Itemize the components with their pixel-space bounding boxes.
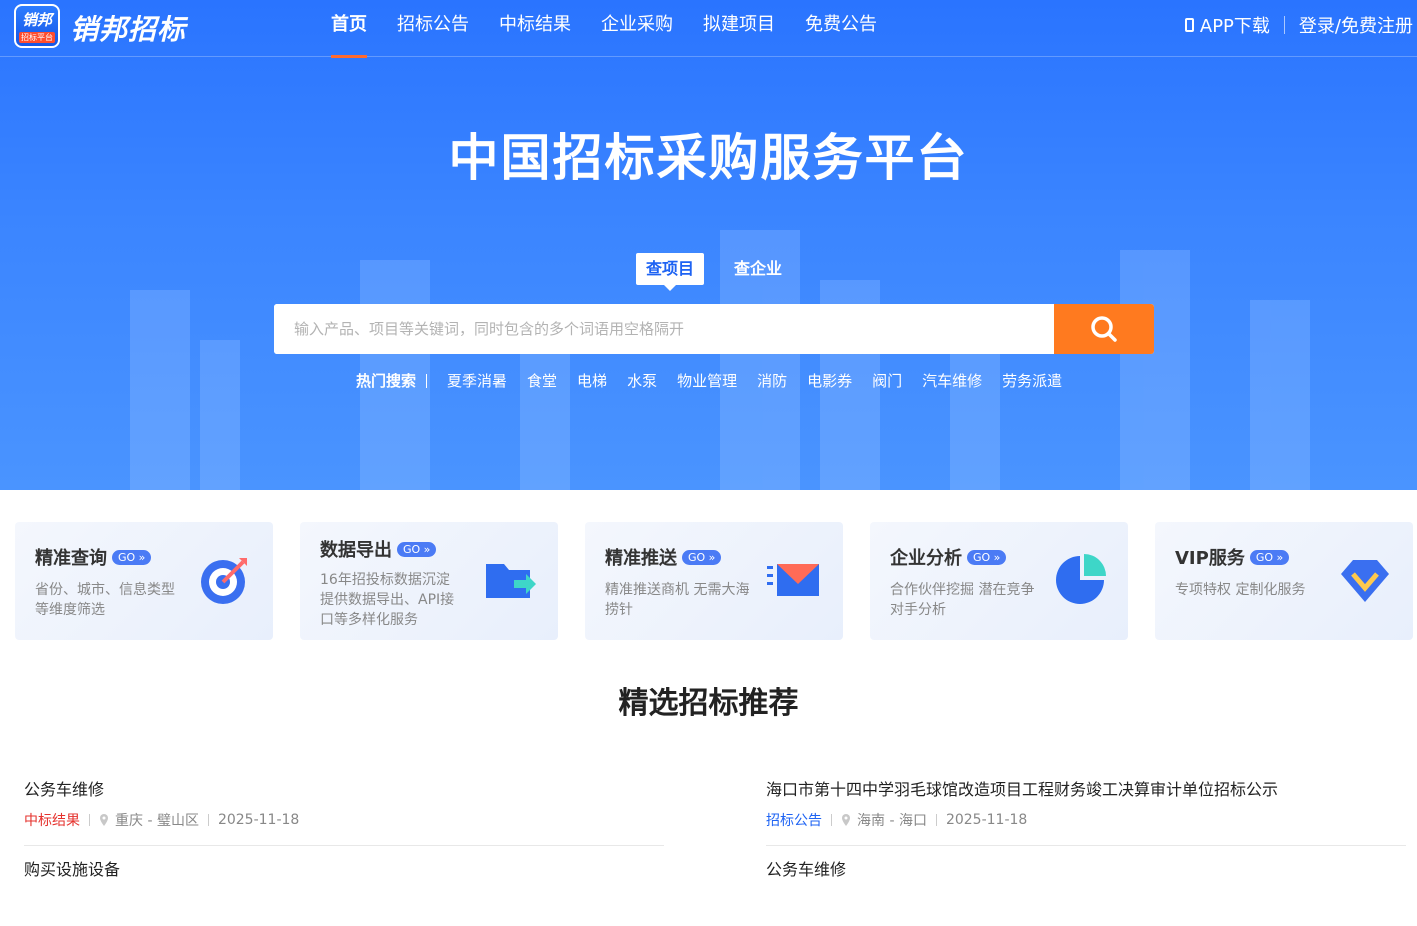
- search-box: [274, 304, 1154, 354]
- location-pin-icon: [100, 814, 108, 826]
- listing-title[interactable]: 海口市第十四中学羽毛球馆改造项目工程财务竣工决算审计单位招标公示: [766, 776, 1278, 800]
- search-icon: [1091, 316, 1117, 342]
- card-title: 精准查询 GO »: [35, 544, 152, 570]
- card-title-text: VIP服务: [1175, 548, 1245, 569]
- listing-column-left: 公务车维修 中标结果 重庆 - 璧山区 2025-11-18 购买设施设备: [24, 766, 664, 926]
- brand-name[interactable]: 销邦招标: [70, 8, 186, 48]
- diamond-icon: [1341, 560, 1389, 602]
- card-description: 省份、城市、信息类型等维度筛选: [35, 582, 175, 618]
- tab-search-company[interactable]: 查企业: [724, 253, 792, 285]
- go-badge: GO »: [1249, 549, 1290, 565]
- feature-card-enterprise-analysis[interactable]: 企业分析 GO » 合作伙伴挖掘 潜在竞争对手分析: [870, 522, 1128, 640]
- meta-divider: [935, 814, 937, 826]
- phone-icon: [1184, 18, 1194, 32]
- card-title-text: 企业分析: [890, 548, 962, 569]
- list-item[interactable]: 公务车维修 中标结果 重庆 - 璧山区 2025-11-18: [24, 766, 664, 846]
- nav-item-free-notice[interactable]: 免费公告: [790, 0, 892, 57]
- meta-divider: [207, 814, 209, 826]
- card-title-text: 精准推送: [605, 548, 677, 569]
- nav-item-tender-notice[interactable]: 招标公告: [382, 0, 484, 57]
- card-title: 企业分析 GO »: [890, 544, 1007, 570]
- card-title: 精准推送 GO »: [605, 544, 722, 570]
- location-pin-icon: [842, 814, 850, 826]
- search-input[interactable]: [274, 304, 1054, 354]
- feature-cards: 精准查询 GO » 省份、城市、信息类型等维度筛选 数据导出 GO » 16年招投标…: [15, 522, 1415, 640]
- hot-keyword[interactable]: 劳务派遣: [1002, 370, 1062, 391]
- listing-meta: 招标公告 海南 - 海口 2025-11-18: [766, 810, 1027, 830]
- listing-title[interactable]: 公务车维修: [24, 776, 104, 800]
- card-description: 专项特权 定制化服务: [1175, 582, 1306, 598]
- section-title: 精选招标推荐: [618, 686, 799, 721]
- mail-icon: [767, 564, 819, 596]
- meta-divider: [89, 814, 90, 826]
- listing-meta: 中标结果 重庆 - 璧山区 2025-11-18: [24, 810, 299, 830]
- listing-column-right: 海口市第十四中学羽毛球馆改造项目工程财务竣工决算审计单位招标公示 招标公告 海南…: [766, 766, 1406, 926]
- go-badge: GO »: [682, 549, 722, 565]
- top-navigation-bar: 销邦 招标平台 销邦招标 首页 招标公告 中标结果 企业采购 拟建项目 免费公告…: [0, 0, 1417, 58]
- hot-keyword[interactable]: 消防: [757, 370, 787, 391]
- hot-search: 热门搜索 夏季消暑 食堂 电梯 水泵 物业管理 消防 电影券 阀门 汽车维修 劳…: [356, 370, 1072, 391]
- hot-keyword[interactable]: 夏季消暑: [447, 370, 507, 391]
- go-badge: GO »: [397, 541, 437, 557]
- card-title: 数据导出 GO »: [320, 536, 437, 562]
- nav-item-home[interactable]: 首页: [316, 0, 382, 58]
- logo-text-top: 销邦: [21, 11, 52, 29]
- header-actions: APP下载 登录/免费注册: [1184, 0, 1413, 50]
- pie-chart-icon: [1056, 554, 1106, 604]
- hot-keyword[interactable]: 食堂: [527, 370, 557, 391]
- header-divider: [1283, 16, 1285, 34]
- hot-search-divider: [426, 373, 428, 388]
- hot-keyword[interactable]: 汽车维修: [922, 370, 982, 391]
- card-title-text: 数据导出: [320, 540, 392, 561]
- logo-text-bottom: 招标平台: [19, 32, 55, 43]
- nav-item-enterprise-purchase[interactable]: 企业采购: [586, 0, 688, 57]
- main-nav: 首页 招标公告 中标结果 企业采购 拟建项目 免费公告: [316, 0, 892, 58]
- login-register-link[interactable]: 登录/免费注册: [1299, 12, 1413, 38]
- folder-export-icon: [486, 564, 536, 598]
- card-title-text: 精准查询: [35, 548, 107, 569]
- card-title: VIP服务 GO »: [1175, 544, 1290, 570]
- list-item[interactable]: 购买设施设备: [24, 846, 664, 926]
- go-badge: GO »: [967, 549, 1007, 565]
- hero-title: 中国招标采购服务平台: [448, 129, 969, 187]
- meta-divider: [831, 814, 832, 826]
- hot-keyword[interactable]: 阀门: [872, 370, 902, 391]
- status-tag: 招标公告: [766, 813, 822, 829]
- go-badge: GO »: [112, 549, 152, 565]
- hot-keyword[interactable]: 物业管理: [677, 370, 737, 391]
- listing-title[interactable]: 购买设施设备: [24, 856, 120, 880]
- card-description: 合作伙伴挖掘 潜在竞争对手分析: [890, 582, 1035, 618]
- feature-card-data-export[interactable]: 数据导出 GO » 16年招投标数据沉淀 提供数据导出、API接口等多样化服务: [300, 522, 558, 640]
- card-description: 精准推送商机 无需大海捞针: [605, 582, 750, 618]
- hot-keyword[interactable]: 水泵: [627, 370, 657, 391]
- nav-item-proposed-project[interactable]: 拟建项目: [688, 0, 790, 57]
- feature-card-vip-service[interactable]: VIP服务 GO » 专项特权 定制化服务: [1155, 522, 1413, 640]
- list-item[interactable]: 公务车维修: [766, 846, 1406, 926]
- target-icon: [201, 558, 247, 604]
- status-tag: 中标结果: [24, 813, 80, 829]
- feature-card-precise-push[interactable]: 精准推送 GO » 精准推送商机 无需大海捞针: [585, 522, 843, 640]
- list-item[interactable]: 海口市第十四中学羽毛球馆改造项目工程财务竣工决算审计单位招标公示 招标公告 海南…: [766, 766, 1406, 846]
- hero-banner: 销邦 招标平台 销邦招标 首页 招标公告 中标结果 企业采购 拟建项目 免费公告…: [0, 0, 1417, 490]
- listing-region: 海南 - 海口: [857, 813, 927, 829]
- search-button[interactable]: [1054, 304, 1154, 354]
- listing-title[interactable]: 公务车维修: [766, 856, 846, 880]
- hot-keyword[interactable]: 电影券: [807, 370, 852, 391]
- hot-keyword[interactable]: 电梯: [577, 370, 607, 391]
- card-description: 16年招投标数据沉淀 提供数据导出、API接口等多样化服务: [320, 572, 455, 628]
- tab-search-project[interactable]: 查项目: [636, 253, 705, 291]
- listing-date: 2025-11-18: [945, 812, 1028, 828]
- listing-date: 2025-11-18: [217, 812, 300, 828]
- listing-region: 重庆 - 璧山区: [115, 813, 199, 829]
- brand-logo[interactable]: 销邦 招标平台: [14, 4, 60, 48]
- nav-item-award-result[interactable]: 中标结果: [484, 0, 586, 57]
- search-tabs: 查项目 查企业: [636, 253, 812, 291]
- app-download-link[interactable]: APP下载: [1200, 12, 1270, 38]
- feature-card-precise-query[interactable]: 精准查询 GO » 省份、城市、信息类型等维度筛选: [15, 522, 273, 640]
- hot-search-label: 热门搜索: [356, 372, 417, 390]
